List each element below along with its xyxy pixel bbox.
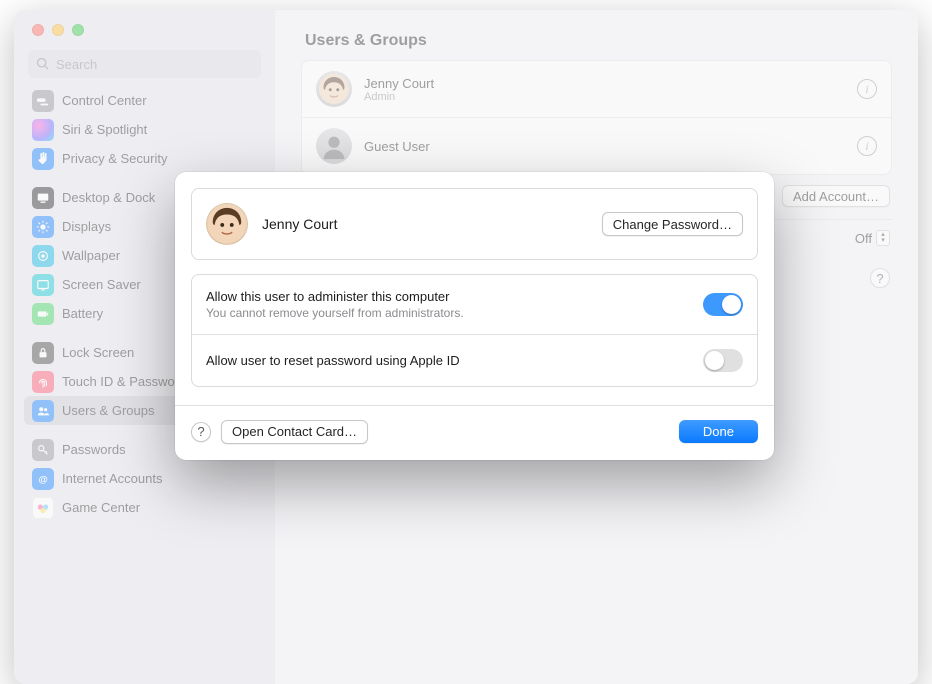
user-detail-sheet: Jenny Court Change Password… Allow this …: [175, 172, 774, 460]
avatar[interactable]: [206, 203, 248, 245]
user-header-panel: Jenny Court Change Password…: [191, 188, 758, 260]
help-button[interactable]: ?: [191, 422, 211, 442]
administer-sublabel: You cannot remove yourself from administ…: [206, 306, 689, 320]
change-password-button[interactable]: Change Password…: [602, 212, 743, 236]
reset-password-toggle[interactable]: [703, 349, 743, 372]
administer-label: Allow this user to administer this compu…: [206, 289, 689, 304]
modal-user-name: Jenny Court: [262, 216, 588, 232]
modal-footer: ? Open Contact Card… Done: [175, 406, 774, 460]
reset-password-option-row: Allow user to reset password using Apple…: [192, 334, 757, 386]
reset-password-label: Allow user to reset password using Apple…: [206, 353, 689, 368]
administer-option-row: Allow this user to administer this compu…: [192, 275, 757, 334]
administer-toggle[interactable]: [703, 293, 743, 316]
done-button[interactable]: Done: [679, 420, 758, 443]
user-options-panel: Allow this user to administer this compu…: [191, 274, 758, 387]
open-contact-card-button[interactable]: Open Contact Card…: [221, 420, 368, 444]
